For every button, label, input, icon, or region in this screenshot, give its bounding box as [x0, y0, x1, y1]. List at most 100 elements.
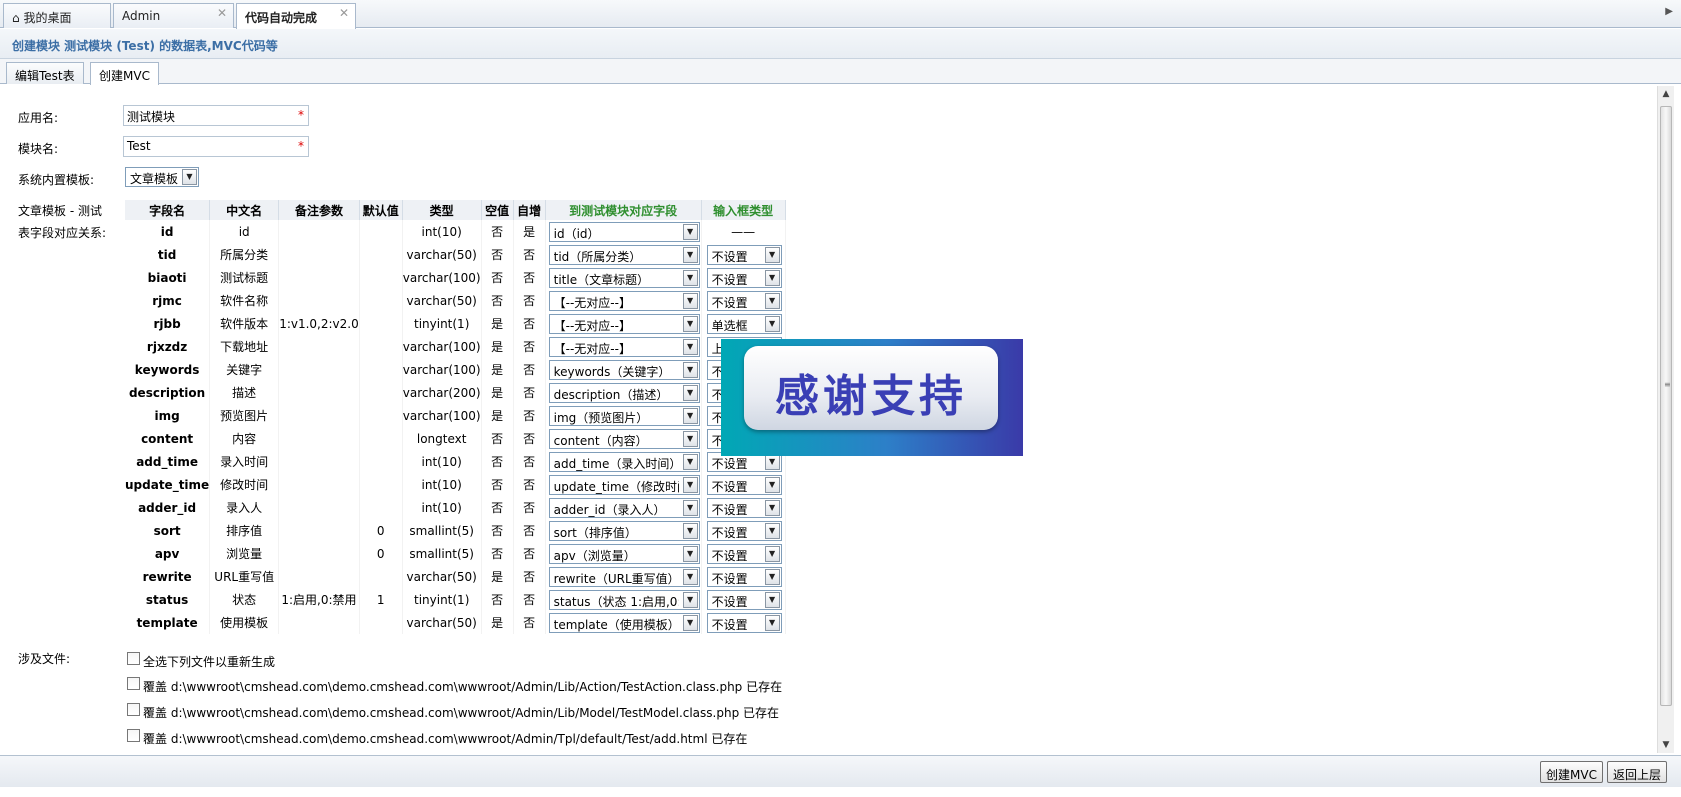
- map-field-select[interactable]: rewrite（URL重写值） ▼: [548, 566, 700, 587]
- cell-note: 1:启用,0:禁用: [278, 588, 360, 611]
- chevron-down-icon: ▼: [764, 292, 780, 309]
- cell-input-type: ——: [701, 220, 786, 243]
- tab-edit-table[interactable]: 编辑Test表: [6, 62, 84, 84]
- chevron-down-icon: ▼: [682, 476, 698, 493]
- map-field-select[interactable]: sort（排序值） ▼: [548, 520, 700, 541]
- map-field-select[interactable]: template（使用模板） ▼: [548, 612, 700, 633]
- cell-note: [278, 266, 360, 289]
- module-name-input[interactable]: Test: [123, 136, 309, 157]
- cell-field: img: [125, 404, 211, 427]
- chevron-right-icon[interactable]: ▶: [1665, 6, 1673, 17]
- map-field-select[interactable]: update_time（修改时间）▼: [548, 474, 700, 495]
- map-field-select[interactable]: 【--无对应--】 ▼: [548, 290, 700, 311]
- input-type-select[interactable]: 不设置 ▼: [706, 589, 782, 610]
- chevron-down-icon: ▼: [764, 246, 780, 263]
- cell-field: rjxzdz: [125, 335, 211, 358]
- scroll-up-icon[interactable]: ▲: [1658, 86, 1674, 102]
- template-select[interactable]: 文章模板 ▼: [125, 167, 199, 187]
- cell-null: 否: [481, 542, 514, 565]
- table-row: biaoti 测试标题 varchar(100) 否否 title（文章标题） ▼ 不设置 ▼: [125, 266, 786, 289]
- tab-create-mvc[interactable]: 创建MVC: [90, 62, 159, 85]
- overwrite-label: 覆盖: [143, 706, 168, 720]
- file-path: d:\wwwroot\cmshead.com\demo.cmshead.com\…: [170, 680, 783, 694]
- overwrite-checkbox[interactable]: [127, 677, 140, 690]
- cell-null: 否: [481, 266, 514, 289]
- map-field-select[interactable]: id（id） ▼: [548, 221, 700, 242]
- cell-field: status: [125, 588, 211, 611]
- map-field-select[interactable]: content（内容） ▼: [548, 428, 700, 449]
- close-icon[interactable]: ✕: [217, 6, 227, 20]
- cell-cn: 描述: [209, 381, 280, 404]
- tab-code-autocomplete[interactable]: 代码自动完成 ✕: [236, 3, 356, 29]
- cell-auto: 否: [513, 450, 546, 473]
- cell-type: int(10): [402, 473, 482, 496]
- tab-my-desktop[interactable]: ⌂ 我的桌面: [3, 3, 111, 28]
- grip-icon: ≡: [1664, 380, 1671, 389]
- cell-note: [278, 427, 360, 450]
- map-field-select[interactable]: add_time（录入时间） ▼: [548, 451, 700, 472]
- input-type-select[interactable]: 不设置 ▼: [706, 474, 782, 495]
- input-type-select[interactable]: 不设置 ▼: [706, 612, 782, 633]
- cell-null: 否: [481, 473, 514, 496]
- cell-cn: 软件名称: [209, 289, 280, 312]
- create-mvc-button[interactable]: 创建MVC: [1540, 761, 1603, 783]
- no-input-dash: ——: [731, 224, 756, 239]
- cell-type: varchar(50): [402, 289, 482, 312]
- back-button[interactable]: 返回上层: [1607, 761, 1668, 783]
- sub-tab-bar: 编辑Test表 创建MVC: [0, 59, 1681, 85]
- app-name-input[interactable]: 测试模块: [123, 105, 309, 126]
- cell-null: 否: [481, 243, 514, 266]
- cell-field: rewrite: [125, 565, 211, 588]
- cell-map: add_time（录入时间） ▼: [545, 450, 702, 473]
- input-type-select[interactable]: 单选框 ▼: [706, 313, 782, 334]
- input-type-select[interactable]: 不设置 ▼: [706, 566, 782, 587]
- input-type-select[interactable]: 不设置 ▼: [706, 520, 782, 541]
- cell-def: [359, 404, 403, 427]
- input-type-select[interactable]: 不设置 ▼: [706, 497, 782, 518]
- table-row: rjmc 软件名称 varchar(50) 否否【--无对应--】 ▼ 不设置 ▼: [125, 289, 786, 312]
- chevron-down-icon: ▼: [764, 315, 780, 332]
- map-field-select[interactable]: 【--无对应--】 ▼: [548, 313, 700, 334]
- vertical-scrollbar[interactable]: ▲ ≡ ▼: [1657, 86, 1674, 753]
- input-type-select[interactable]: 不设置 ▼: [706, 267, 782, 288]
- chevron-down-icon: ▼: [764, 614, 780, 631]
- cell-def: [359, 220, 403, 243]
- scroll-thumb[interactable]: ≡: [1660, 106, 1672, 706]
- input-type-select[interactable]: 不设置 ▼: [706, 244, 782, 265]
- map-field-select[interactable]: keywords（关键字） ▼: [548, 359, 700, 380]
- cell-note: [278, 358, 360, 381]
- cell-null: 是: [481, 312, 514, 335]
- overwrite-checkbox[interactable]: [127, 703, 140, 716]
- cell-note: [278, 611, 360, 634]
- input-type-select[interactable]: 不设置 ▼: [706, 543, 782, 564]
- scroll-down-icon[interactable]: ▼: [1658, 737, 1674, 753]
- map-field-select[interactable]: tid（所属分类） ▼: [548, 244, 700, 265]
- map-field-select[interactable]: adder_id（录入人） ▼: [548, 497, 700, 518]
- cell-auto: 否: [513, 427, 546, 450]
- map-field-select[interactable]: description（描述） ▼: [548, 382, 700, 403]
- map-field-select[interactable]: status（状态 1:启用,0:禁用）▼: [548, 589, 700, 610]
- module-name-label: 模块名:: [18, 142, 59, 156]
- map-field-select[interactable]: title（文章标题） ▼: [548, 267, 700, 288]
- cell-cn: 使用模板: [209, 611, 280, 634]
- page-title: 创建模块 测试模块 (Test) 的数据表,MVC代码等: [0, 29, 1681, 59]
- cell-field: description: [125, 381, 211, 404]
- map-field-select[interactable]: img（预览图片） ▼: [548, 405, 700, 426]
- map-field-select[interactable]: 【--无对应--】 ▼: [548, 336, 700, 357]
- cell-note: [278, 473, 360, 496]
- map-field-select[interactable]: apv（浏览量） ▼: [548, 543, 700, 564]
- cell-type: varchar(100): [402, 404, 482, 427]
- chevron-down-icon: ▼: [682, 522, 698, 539]
- col-header: 到测试模块对应字段: [545, 200, 702, 220]
- file-item: 覆盖 d:\wwwroot\cmshead.com\demo.cmshead.c…: [143, 730, 747, 747]
- cell-type: tinyint(1): [402, 588, 482, 611]
- close-icon[interactable]: ✕: [339, 6, 349, 20]
- cell-input-type: 不设置 ▼: [701, 473, 786, 496]
- input-type-select[interactable]: 不设置 ▼: [706, 290, 782, 311]
- overwrite-checkbox[interactable]: [127, 729, 140, 742]
- cell-map: 【--无对应--】 ▼: [545, 335, 702, 358]
- cell-cn: id: [209, 220, 280, 243]
- select-all-checkbox[interactable]: [127, 652, 140, 665]
- template-label: 系统内置模板:: [18, 173, 95, 187]
- tab-admin[interactable]: Admin ✕: [113, 3, 234, 28]
